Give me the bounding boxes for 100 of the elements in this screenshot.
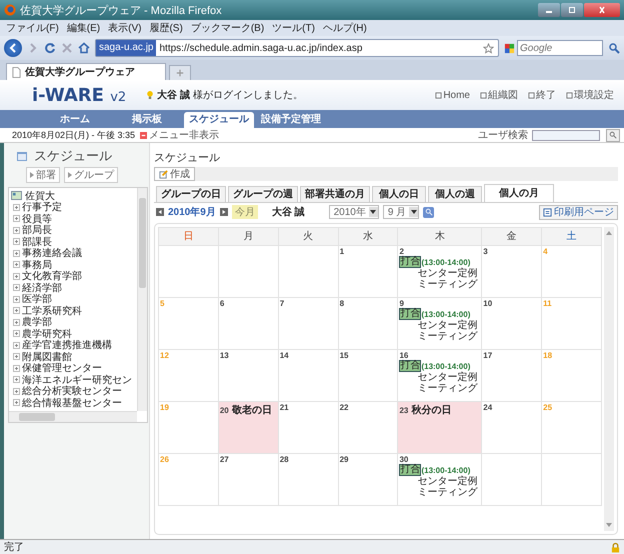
expander-icon[interactable]: [13, 330, 20, 338]
new-tab-button[interactable]: [169, 65, 191, 80]
tree-item[interactable]: 工学系研究科: [22, 304, 82, 318]
day-cell[interactable]: 20 敬老の日: [218, 402, 279, 454]
day-cell[interactable]: 24: [482, 402, 542, 454]
nav-tab[interactable]: スケジュール: [184, 112, 254, 128]
empty-cell[interactable]: [482, 454, 542, 506]
expander-icon[interactable]: [13, 272, 20, 280]
day-cell[interactable]: 30 打合(13:00-14:00) センター定例ミーティング: [398, 454, 482, 506]
day-cell[interactable]: 6: [218, 298, 279, 350]
tree-item[interactable]: 部局長: [22, 223, 52, 238]
expander-icon[interactable]: [13, 364, 20, 372]
scroll-down-icon[interactable]: [606, 523, 612, 527]
expander-icon[interactable]: [13, 261, 20, 268]
menu-item[interactable]: 表示(V): [108, 21, 142, 35]
tree-item[interactable]: 海洋エネルギー研究セン: [22, 372, 132, 387]
view-tab[interactable]: グループの日: [156, 186, 226, 202]
day-cell[interactable]: 8: [338, 298, 398, 350]
view-tab[interactable]: グループの週: [228, 186, 298, 202]
day-cell[interactable]: 3: [482, 246, 542, 298]
header-link[interactable]: Home: [435, 88, 470, 102]
scrollbar[interactable]: [137, 188, 147, 411]
menu-item[interactable]: ブックマーク(B): [190, 21, 264, 35]
event-title[interactable]: センター定例ミーティング: [399, 476, 480, 498]
menu-toggle[interactable]: メニュー非表示: [140, 128, 219, 142]
tree-item[interactable]: 産学官連携推進機構: [22, 338, 112, 352]
tree-item[interactable]: 行事予定: [22, 200, 62, 214]
tree-item[interactable]: 保健管理センター: [22, 361, 102, 376]
event-title[interactable]: センター定例ミーティング: [399, 268, 480, 290]
tree-item[interactable]: 事務局: [22, 258, 52, 272]
reload-icon[interactable]: [44, 42, 56, 54]
menu-item[interactable]: ファイル(F): [6, 21, 59, 35]
empty-cell[interactable]: [542, 454, 602, 506]
event-title[interactable]: センター定例ミーティング: [399, 320, 480, 342]
star-icon[interactable]: [483, 42, 494, 54]
tree-item[interactable]: 役員等: [22, 212, 52, 226]
minimize-button[interactable]: [538, 3, 560, 17]
tree-item[interactable]: 医学部: [22, 292, 52, 306]
event-time[interactable]: (13:00-14:00): [421, 362, 470, 370]
expander-icon[interactable]: [13, 296, 20, 303]
search-field[interactable]: Google: [517, 40, 603, 56]
view-tab[interactable]: 個人の月: [484, 184, 554, 202]
create-button[interactable]: 作成: [154, 167, 195, 181]
expander-icon[interactable]: [13, 250, 20, 257]
tree-item[interactable]: 総合分析実験センター: [22, 384, 122, 398]
menu-item[interactable]: 編集(E): [66, 21, 100, 35]
search-icon[interactable]: [608, 42, 620, 54]
day-cell[interactable]: 21: [278, 402, 339, 454]
expander-icon[interactable]: [13, 388, 20, 395]
day-cell[interactable]: 2 打合(13:00-14:00) センター定例ミーティング: [398, 246, 482, 298]
tree-item[interactable]: 事務連絡会議: [22, 246, 82, 260]
search-button[interactable]: [606, 128, 620, 142]
day-cell[interactable]: 9 打合(13:00-14:00) センター定例ミーティング: [398, 298, 482, 350]
event-time[interactable]: (13:00-14:00): [421, 310, 470, 318]
menu-item[interactable]: ツール(T): [272, 21, 315, 35]
event-time[interactable]: (13:00-14:00): [421, 258, 470, 266]
scrollbar[interactable]: [9, 411, 137, 422]
expander-icon[interactable]: [13, 215, 20, 222]
month-select[interactable]: 9 月: [382, 205, 420, 219]
expander-icon[interactable]: [13, 226, 20, 234]
expander-icon[interactable]: [13, 284, 20, 292]
expander-icon[interactable]: [13, 238, 20, 246]
scrollbar[interactable]: [604, 227, 614, 531]
header-link[interactable]: 組織図: [480, 88, 518, 102]
view-tab[interactable]: 個人の日: [372, 186, 426, 202]
day-cell[interactable]: 29: [338, 454, 398, 506]
expander-icon[interactable]: [13, 376, 20, 384]
day-cell[interactable]: 15: [338, 350, 398, 402]
site-identity-badge[interactable]: saga-u.ac.jp: [96, 40, 156, 56]
empty-cell[interactable]: [218, 246, 279, 298]
previous-month-button[interactable]: [156, 208, 164, 216]
day-cell[interactable]: 1: [338, 246, 398, 298]
tree-item[interactable]: 部課長: [22, 234, 52, 249]
search-button[interactable]: [423, 206, 434, 218]
home-icon[interactable]: [78, 42, 90, 54]
filter-button[interactable]: グループ: [64, 167, 118, 183]
event-time[interactable]: (13:00-14:00): [421, 466, 470, 474]
empty-cell[interactable]: [278, 246, 339, 298]
day-cell[interactable]: 23 秋分の日: [398, 402, 482, 454]
close-button[interactable]: [584, 3, 620, 17]
tree-item[interactable]: 総合情報基盤センター: [22, 396, 122, 410]
expander-icon[interactable]: [13, 399, 20, 406]
day-cell[interactable]: 17: [482, 350, 542, 402]
header-link[interactable]: 終了: [528, 88, 556, 102]
browser-tab[interactable]: 佐賀大学グループウェア: [6, 63, 166, 80]
tree-item[interactable]: 佐賀大: [25, 188, 55, 203]
user-search-field[interactable]: [532, 130, 600, 140]
year-select[interactable]: 2010年: [328, 205, 379, 219]
day-cell[interactable]: 14: [278, 350, 339, 402]
tree-item[interactable]: 農学研究科: [22, 326, 72, 341]
filter-button[interactable]: 部署: [26, 167, 60, 183]
nav-tab[interactable]: ホーム: [40, 112, 110, 128]
expander-icon[interactable]: [13, 353, 20, 360]
expander-icon[interactable]: [13, 204, 20, 211]
menu-item[interactable]: 履歴(S): [149, 21, 183, 35]
maximize-button[interactable]: [561, 3, 583, 17]
search-engine-icon[interactable]: [504, 42, 515, 54]
expander-icon[interactable]: [13, 307, 20, 314]
tree-item[interactable]: 文化教育学部: [22, 269, 82, 284]
nav-tab[interactable]: 設備予定管理: [256, 112, 326, 128]
